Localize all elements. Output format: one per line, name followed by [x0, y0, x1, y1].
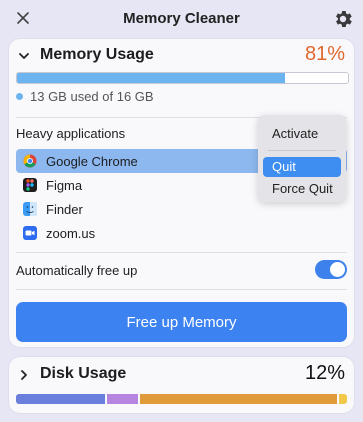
- disk-percent: 12%: [304, 362, 345, 384]
- app-name: Google Chrome: [46, 153, 138, 169]
- gear-icon: [336, 11, 352, 27]
- finder-icon: [23, 202, 37, 216]
- window-header: Memory Cleaner: [0, 0, 363, 38]
- app-context-menu: Activate Quit Force Quit: [258, 115, 346, 202]
- used-legend-dot: [16, 93, 23, 100]
- app-name: zoom.us: [46, 225, 96, 241]
- menu-item-activate[interactable]: Activate: [263, 124, 341, 144]
- memory-section-header[interactable]: Memory Usage 81%: [9, 43, 354, 71]
- memory-progress-bar: [16, 72, 349, 84]
- app-title: Memory Cleaner: [123, 10, 240, 27]
- memory-usage-text: 13 GB used of 16 GB: [30, 89, 154, 104]
- chrome-icon: [23, 154, 37, 168]
- auto-free-toggle[interactable]: [315, 260, 347, 279]
- disk-segment: [16, 394, 106, 404]
- app-name: Figma: [46, 177, 83, 193]
- chevron-right-icon[interactable]: [18, 369, 30, 381]
- menu-separator: [268, 150, 336, 151]
- disk-section-header[interactable]: Disk Usage 12%: [9, 362, 354, 390]
- divider: [16, 289, 347, 290]
- disk-segment: [107, 394, 139, 404]
- memory-usage-summary: 13 GB used of 16 GB: [16, 89, 154, 104]
- disk-segment: [338, 394, 347, 404]
- memory-usage-title: Memory Usage: [40, 46, 154, 63]
- memory-progress-fill: [17, 73, 286, 83]
- zoom-icon: [23, 226, 37, 240]
- menu-item-force-quit[interactable]: Force Quit: [263, 179, 341, 199]
- toggle-knob: [330, 262, 345, 277]
- disk-usage-title: Disk Usage: [40, 365, 127, 382]
- heavy-applications-label: Heavy applications: [16, 126, 126, 141]
- app-row-zoom[interactable]: zoom.us: [16, 221, 347, 245]
- settings-button[interactable]: [332, 8, 354, 30]
- chevron-down-icon[interactable]: [18, 50, 30, 62]
- auto-free-label: Automatically free up: [16, 263, 138, 278]
- menu-item-quit[interactable]: Quit: [263, 157, 341, 177]
- free-up-memory-button[interactable]: Free up Memory: [16, 302, 347, 342]
- divider: [16, 252, 347, 253]
- figma-icon: [23, 178, 37, 192]
- app-name: Finder: [46, 201, 83, 217]
- disk-usage-bar: [16, 394, 347, 404]
- disk-segment: [140, 394, 337, 404]
- disk-usage-card: Disk Usage 12%: [9, 357, 354, 413]
- memory-percent: 81%: [304, 43, 345, 65]
